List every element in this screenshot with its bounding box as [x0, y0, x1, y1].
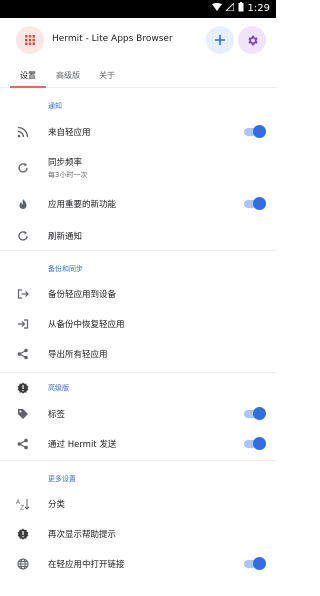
setting-label: 在轻应用中打开链接: [48, 560, 125, 570]
tab-settings[interactable]: 设置: [20, 70, 36, 81]
toggle-switch[interactable]: [244, 197, 266, 210]
setting-important-features[interactable]: 应用重要的新功能: [0, 192, 276, 216]
section-header-backup: 备份和同步: [48, 265, 83, 273]
refresh-icon: [16, 229, 30, 243]
setting-label: 从备份中恢复轻应用: [48, 320, 125, 330]
setting-label: 分类: [48, 500, 66, 510]
setting-sync-frequency[interactable]: 同步频率 每3小时一次: [0, 152, 276, 182]
setting-restore-from-backup[interactable]: 从备份中恢复轻应用: [0, 312, 276, 336]
gear-icon: [247, 35, 258, 45]
setting-label: 备份轻应用到设备: [48, 290, 117, 300]
tab-bar: 设置 高级版 关于: [0, 66, 276, 88]
section-header-notifications: 通知: [48, 102, 62, 110]
premium-badge-icon: [16, 381, 30, 395]
toggle-switch[interactable]: [244, 125, 266, 138]
tab-indicator: [10, 86, 46, 88]
wifi-icon: [211, 3, 222, 14]
tab-about[interactable]: 关于: [99, 70, 115, 81]
help-icon: [16, 527, 30, 541]
setting-refresh-notifications[interactable]: 刷新通知: [0, 224, 276, 248]
section-divider: [0, 250, 276, 251]
globe-icon: [16, 557, 30, 571]
setting-sublabel: 每3小时一次: [48, 171, 88, 179]
export-icon: [16, 287, 30, 301]
share-icon: [16, 347, 30, 361]
flame-icon: [16, 197, 30, 211]
svg-text:Z: Z: [20, 505, 24, 511]
app-bar: Hermit - Lite Apps Browser: [0, 18, 276, 66]
rss-icon: [16, 125, 30, 139]
setting-label: 来自轻应用: [48, 128, 91, 138]
setting-label: 再次显示帮助提示: [48, 530, 117, 540]
import-icon: [16, 317, 30, 331]
section-divider: [0, 372, 276, 373]
setting-label: 刷新通知: [48, 232, 83, 242]
tag-icon: [16, 407, 30, 421]
toggle-switch[interactable]: [244, 557, 266, 570]
status-time: 1:29: [247, 3, 270, 14]
setting-send-via-hermit[interactable]: 通过 Hermit 发送: [0, 432, 276, 456]
tab-premium[interactable]: 高级版: [56, 70, 80, 81]
sort-az-icon: AZ: [16, 497, 30, 511]
toggle-switch[interactable]: [244, 437, 266, 450]
setting-label: 应用重要的新功能: [48, 200, 117, 210]
share-icon: [16, 437, 30, 451]
setting-export-all[interactable]: 导出所有轻应用: [0, 342, 276, 366]
setting-label: 标签: [48, 410, 66, 420]
plus-icon: [215, 35, 225, 45]
setting-from-lite-apps[interactable]: 来自轻应用: [0, 120, 276, 144]
section-divider: [0, 460, 276, 461]
settings-button[interactable]: [238, 26, 266, 54]
sync-icon: [16, 161, 30, 175]
section-header-premium: 高级版: [48, 384, 69, 392]
setting-tags[interactable]: 标签: [0, 402, 276, 426]
section-header-row-premium: 高级版: [0, 379, 276, 397]
setting-sort[interactable]: AZ 分类: [0, 492, 276, 516]
add-button[interactable]: [206, 26, 234, 54]
app-grid-icon[interactable]: [16, 26, 44, 54]
section-header-more-settings: 更多设置: [48, 475, 76, 483]
app-title: Hermit - Lite Apps Browser: [52, 34, 173, 44]
setting-label: 导出所有轻应用: [48, 350, 108, 360]
setting-label: 通过 Hermit 发送: [48, 440, 117, 450]
signal-icon: [224, 1, 235, 14]
toggle-switch[interactable]: [244, 407, 266, 420]
battery-icon: [238, 2, 244, 15]
setting-backup-to-device[interactable]: 备份轻应用到设备: [0, 282, 276, 306]
status-bar: 1:29: [0, 0, 276, 18]
setting-show-help-again[interactable]: 再次显示帮助提示: [0, 522, 276, 546]
setting-label: 同步频率: [48, 158, 83, 168]
setting-open-links-in-lite-app[interactable]: 在轻应用中打开链接: [0, 552, 276, 576]
